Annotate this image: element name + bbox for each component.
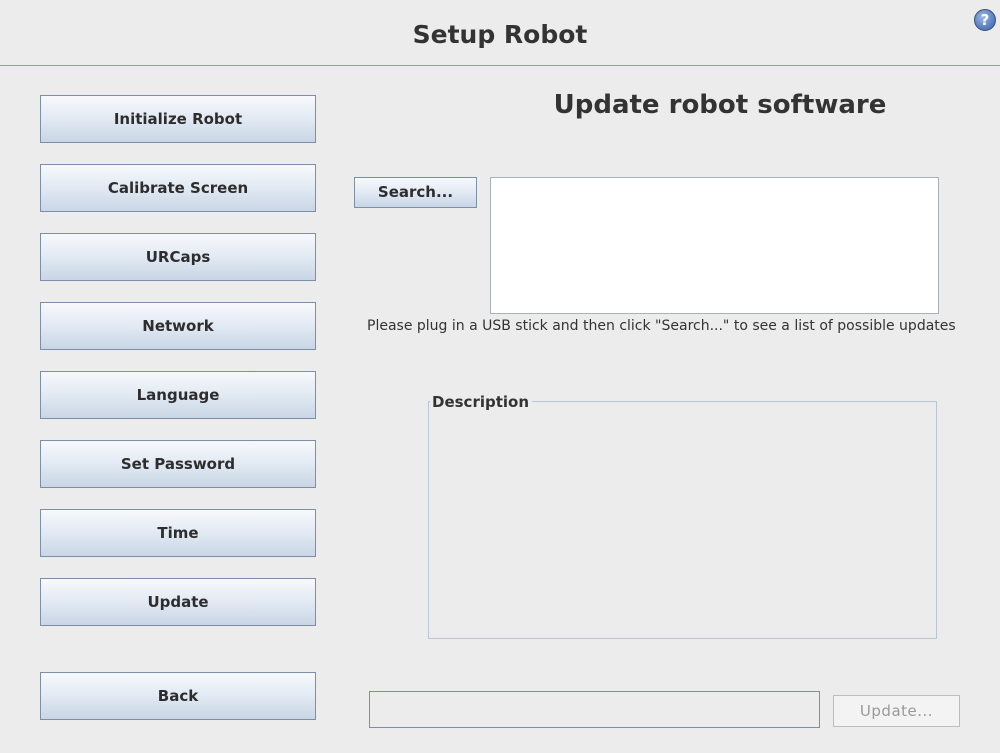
back-button[interactable]: Back — [40, 672, 316, 720]
header-bar: Setup Robot ? — [0, 0, 1000, 66]
urcaps-button[interactable]: URCaps — [40, 233, 316, 281]
time-button[interactable]: Time — [40, 509, 316, 557]
help-icon[interactable]: ? — [974, 9, 996, 31]
update-nav-button[interactable]: Update — [40, 578, 316, 626]
language-button[interactable]: Language — [40, 371, 316, 419]
page-header-title: Setup Robot — [412, 20, 588, 49]
description-label: Description — [430, 393, 533, 411]
update-button: Update... — [833, 695, 960, 727]
usb-hint-text: Please plug in a USB stick and then clic… — [367, 318, 956, 334]
update-file-path-field[interactable] — [369, 691, 820, 728]
initialize-robot-button[interactable]: Initialize Robot — [40, 95, 316, 143]
network-button[interactable]: Network — [40, 302, 316, 350]
page-title: Update robot software — [553, 90, 887, 120]
calibrate-screen-button[interactable]: Calibrate Screen — [40, 164, 316, 212]
set-password-button[interactable]: Set Password — [40, 440, 316, 488]
search-button[interactable]: Search... — [354, 177, 477, 208]
updates-list[interactable] — [490, 177, 939, 314]
description-panel — [428, 401, 937, 639]
